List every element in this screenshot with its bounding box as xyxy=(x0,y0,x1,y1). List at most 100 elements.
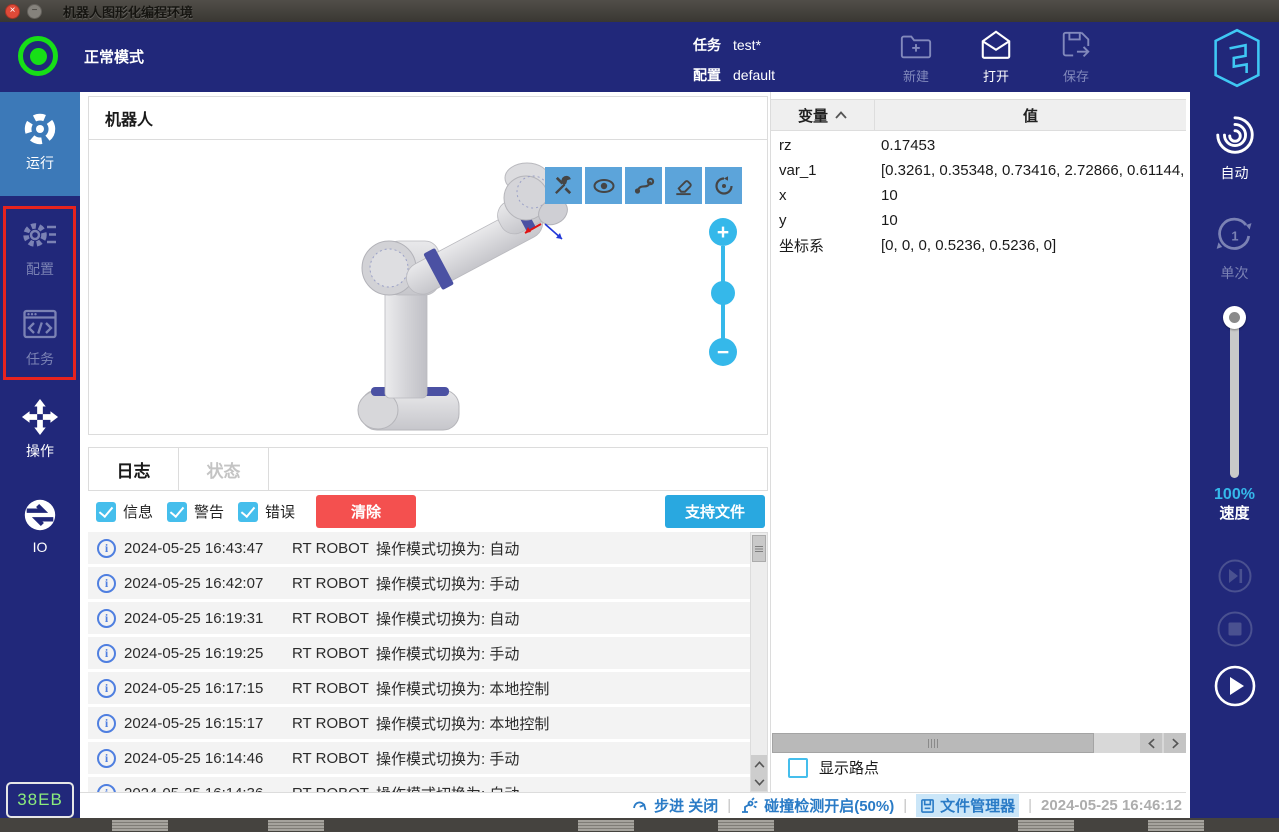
clear-log-button[interactable]: 清除 xyxy=(316,495,417,528)
file-manager-button[interactable]: 文件管理器 xyxy=(916,794,1020,817)
info-icon: i xyxy=(97,713,116,733)
log-row[interactable]: i 2024-05-25 16:15:17 RT ROBOT 操作模式切换为: … xyxy=(88,707,750,739)
scroll-down-button[interactable] xyxy=(751,773,767,791)
taskbar-item xyxy=(112,820,168,831)
rotate-reset-icon xyxy=(714,175,733,195)
table-row[interactable]: var_1 [0.3261, 0.35348, 0.73416, 2.72866… xyxy=(771,158,1186,183)
status-bar: 步进 关闭 | 碰撞检测开启(50%) | 文件管理器 | 2024-05-25… xyxy=(80,792,1186,818)
sidebar-item-operate[interactable]: 操作 xyxy=(0,398,80,461)
chevron-down-icon xyxy=(754,778,764,786)
mode-indicator: 正常模式 xyxy=(18,36,144,76)
variables-table: rz 0.17453 var_1 [0.3261, 0.35348, 0.734… xyxy=(771,133,1186,258)
table-row[interactable]: x 10 xyxy=(771,183,1186,208)
right-sidebar: 自动 1 单次 100% 速度 xyxy=(1190,92,1279,818)
svg-text:1: 1 xyxy=(1231,229,1238,244)
taskbar-item xyxy=(1148,820,1204,831)
step-forward-button[interactable] xyxy=(1217,558,1253,594)
taskbar-item xyxy=(578,820,634,831)
info-icon: i xyxy=(97,783,116,792)
error-checkbox[interactable] xyxy=(238,501,259,522)
tab-log[interactable]: 日志 xyxy=(89,448,179,490)
log-row[interactable]: i 2024-05-25 16:43:47 RT ROBOT 操作模式切换为: … xyxy=(88,532,750,564)
move-arrows-icon xyxy=(21,398,59,436)
open-button[interactable]: 打开 xyxy=(960,29,1032,85)
table-row[interactable]: rz 0.17453 xyxy=(771,133,1186,158)
log-scrollbar xyxy=(750,532,768,792)
collision-detect-status[interactable]: 碰撞检测开启(50%) xyxy=(740,795,894,816)
status-light-icon xyxy=(18,36,58,76)
log-row[interactable]: i 2024-05-25 16:42:07 RT ROBOT 操作模式切换为: … xyxy=(88,567,750,599)
log-row[interactable]: i 2024-05-25 16:14:36 RT ROBOT 操作模式切换为: … xyxy=(88,777,750,792)
left-sidebar: 运行 配置 任务 操作 IO 38EB xyxy=(0,92,80,818)
warning-checkbox[interactable] xyxy=(167,501,188,522)
log-row[interactable]: i 2024-05-25 16:14:46 RT ROBOT 操作模式切换为: … xyxy=(88,742,750,774)
log-scrollbar-thumb[interactable] xyxy=(752,535,766,562)
zoom-out-button[interactable]: − xyxy=(709,338,737,366)
value-column-header[interactable]: 值 xyxy=(875,100,1186,130)
taskbar-item xyxy=(268,820,324,831)
speed-readout: 100% 速度 xyxy=(1190,485,1279,523)
scroll-right-button[interactable] xyxy=(1164,733,1186,753)
eraser-button[interactable] xyxy=(665,167,702,204)
skip-icon xyxy=(1218,559,1251,593)
info-icon: i xyxy=(97,573,116,593)
speed-slider-knob[interactable] xyxy=(1223,306,1246,329)
show-waypoints-checkbox[interactable] xyxy=(788,757,808,778)
grip-icon xyxy=(928,738,938,748)
new-button[interactable]: 新建 xyxy=(880,29,952,85)
zoom-in-button[interactable]: + xyxy=(709,218,737,246)
task-config-info: 任务 test* 配置 default xyxy=(693,31,775,91)
zoom-slider-knob[interactable] xyxy=(711,281,735,305)
app-logo xyxy=(1212,27,1262,89)
path-icon xyxy=(634,177,654,194)
save-icon xyxy=(1062,31,1090,58)
log-row[interactable]: i 2024-05-25 16:19:31 RT ROBOT 操作模式切换为: … xyxy=(88,602,750,634)
log-row[interactable]: i 2024-05-25 16:17:15 RT ROBOT 操作模式切换为: … xyxy=(88,672,750,704)
taskbar-item xyxy=(1018,820,1074,831)
reset-view-button[interactable] xyxy=(705,167,742,204)
info-icon: i xyxy=(97,643,116,663)
speed-label: 速度 xyxy=(1219,505,1250,522)
info-icon: i xyxy=(97,538,116,558)
repeat-once-icon: 1 xyxy=(1216,217,1251,250)
task-value: test* xyxy=(733,36,762,53)
show-waypoints-row: 显示路点 xyxy=(788,757,879,778)
separator: | xyxy=(903,797,908,814)
tools-button[interactable] xyxy=(545,167,582,204)
variables-column-header[interactable]: 变量 xyxy=(771,100,875,130)
table-row[interactable]: 坐标系 [0, 0, 0, 0.5236, 0.5236, 0] xyxy=(771,233,1186,258)
horizontal-scrollbar-thumb[interactable] xyxy=(772,733,1094,753)
save-button[interactable]: 保存 xyxy=(1040,29,1112,85)
log-row[interactable]: i 2024-05-25 16:19:25 RT ROBOT 操作模式切换为: … xyxy=(88,637,750,669)
path-button[interactable] xyxy=(625,167,662,204)
window-title: 机器人图形化编程环境 xyxy=(63,4,194,20)
file-manager-icon xyxy=(921,798,935,813)
minimize-icon[interactable]: − xyxy=(27,3,42,19)
scroll-up-button[interactable] xyxy=(751,755,767,773)
taskbar-item xyxy=(718,820,774,831)
play-button[interactable] xyxy=(1213,664,1257,708)
robot-panel-title: 机器人 xyxy=(88,96,768,140)
step-mode-status[interactable]: 步进 关闭 xyxy=(632,795,718,816)
close-icon[interactable]: × xyxy=(5,3,20,19)
sidebar-item-run[interactable]: 运行 xyxy=(0,92,80,196)
variables-table-header: 变量 值 xyxy=(771,99,1186,131)
auto-mode-button[interactable]: 自动 xyxy=(1190,112,1279,183)
info-checkbox[interactable] xyxy=(96,501,116,522)
support-files-button[interactable]: 支持文件 xyxy=(665,495,765,528)
grip-icon xyxy=(755,545,763,552)
scroll-left-button[interactable] xyxy=(1140,733,1162,753)
visibility-button[interactable] xyxy=(585,167,622,204)
tab-status[interactable]: 状态 xyxy=(179,448,269,490)
stop-button[interactable] xyxy=(1216,610,1254,648)
sidebar-item-io[interactable]: IO xyxy=(0,496,80,555)
status-datetime: 2024-05-25 16:46:12 xyxy=(1041,797,1182,814)
run-icon xyxy=(24,113,56,145)
titlebar: × − 机器人图形化编程环境 xyxy=(0,0,1279,22)
table-row[interactable]: y 10 xyxy=(771,208,1186,233)
app-window: × − 机器人图形化编程环境 正常模式 任务 test* 配置 default … xyxy=(0,0,1279,832)
view-toolbar xyxy=(545,167,742,204)
single-run-button[interactable]: 1 单次 xyxy=(1190,214,1279,283)
eraser-icon xyxy=(676,180,692,196)
chevron-up-icon xyxy=(754,760,764,768)
